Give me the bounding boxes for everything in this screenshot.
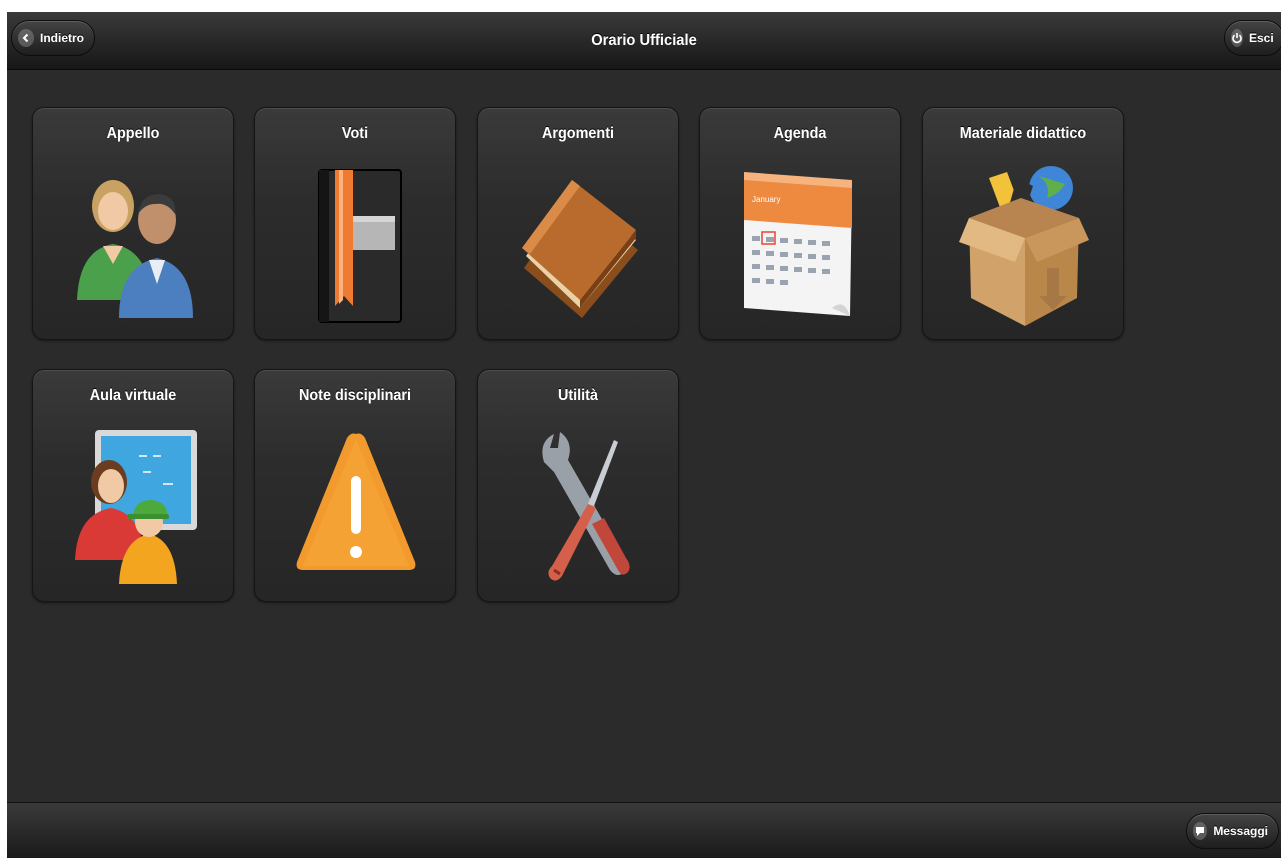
messages-button[interactable]: Messaggi bbox=[1186, 813, 1279, 849]
back-button[interactable]: Indietro bbox=[11, 20, 95, 56]
tile-note-disciplinari[interactable]: Note disciplinari bbox=[254, 369, 456, 602]
page-title: Orario Ufficiale bbox=[591, 32, 697, 49]
tile-label: Aula virtuale bbox=[89, 387, 177, 404]
virtual-classroom-icon bbox=[75, 430, 197, 584]
tile-voti[interactable]: Voti bbox=[254, 107, 456, 340]
tile-label: Utilità bbox=[557, 387, 598, 404]
gradebook-icon bbox=[318, 169, 402, 323]
back-button-label: Indietro bbox=[40, 31, 84, 45]
people-icon bbox=[77, 180, 193, 318]
power-icon bbox=[1231, 29, 1243, 47]
messages-button-label: Messaggi bbox=[1213, 824, 1268, 838]
speech-bubble-icon bbox=[1193, 822, 1208, 840]
tile-aula-virtuale[interactable]: Aula virtuale bbox=[32, 369, 234, 602]
exit-button[interactable]: Esci bbox=[1224, 20, 1281, 56]
tile-label: Argomenti bbox=[542, 125, 614, 142]
tile-argomenti[interactable]: Argomenti bbox=[477, 107, 679, 340]
tile-label: Appello bbox=[106, 125, 160, 142]
app-window: Orario Ufficiale Indietro Esci Appello V… bbox=[7, 12, 1281, 858]
tile-agenda[interactable]: Agenda January bbox=[699, 107, 901, 340]
box-icon bbox=[959, 166, 1089, 326]
tile-appello[interactable]: Appello bbox=[32, 107, 234, 340]
tile-label: Agenda bbox=[773, 125, 827, 142]
tools-icon bbox=[542, 432, 630, 581]
books-icon bbox=[522, 180, 638, 318]
calendar-icon: January bbox=[744, 172, 852, 316]
chevron-left-icon bbox=[18, 29, 34, 47]
tile-label: Materiale didattico bbox=[959, 125, 1087, 142]
tile-materiale-didattico[interactable]: Materiale didattico bbox=[922, 107, 1124, 340]
tile-utilita[interactable]: Utilità bbox=[477, 369, 679, 602]
exit-button-label: Esci bbox=[1249, 31, 1274, 45]
tile-label: Voti bbox=[341, 125, 369, 142]
calendar-month-text: January bbox=[752, 195, 780, 204]
warning-icon bbox=[296, 433, 416, 570]
top-bar: Orario Ufficiale Indietro Esci bbox=[7, 12, 1281, 70]
tile-label: Note disciplinari bbox=[298, 387, 412, 404]
bottom-bar: Messaggi bbox=[7, 802, 1281, 858]
